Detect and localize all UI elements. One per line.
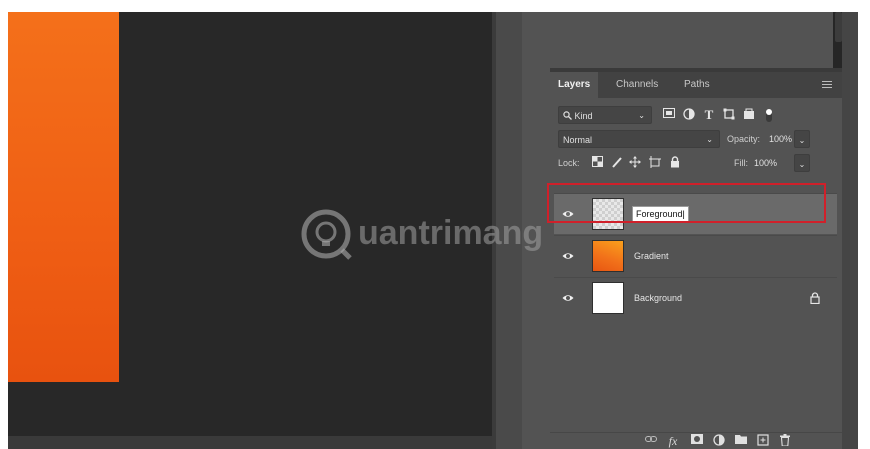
- layer-name-input[interactable]: Foreground|: [632, 206, 689, 222]
- blend-row: Normal ⌄ Opacity: 100% ⌄: [558, 130, 838, 150]
- adjustment-layer-icon[interactable]: [712, 434, 726, 448]
- folder-group-icon[interactable]: [734, 434, 748, 448]
- kind-filter-select[interactable]: Kind ⌄: [558, 106, 652, 124]
- layers-bottom-toolbar: fx: [550, 432, 842, 449]
- opacity-value: 100%: [769, 134, 793, 144]
- kind-filter-label: Kind: [574, 111, 593, 121]
- layer-row-gradient[interactable]: Gradient: [554, 235, 837, 276]
- fill-label: Fill:: [734, 158, 748, 168]
- tab-channels[interactable]: Channels: [608, 72, 666, 98]
- document-canvas[interactable]: [8, 12, 492, 436]
- search-icon: [563, 111, 572, 120]
- shape-filter-icon[interactable]: [722, 108, 736, 122]
- chevron-down-icon: ⌄: [798, 160, 806, 169]
- upper-panel: [550, 12, 833, 68]
- chevron-down-icon: ⌄: [706, 135, 713, 144]
- layer-row-background[interactable]: Background: [554, 277, 837, 318]
- fill-input[interactable]: 100%: [750, 154, 790, 172]
- lock-icon[interactable]: [810, 292, 820, 304]
- eye-visibility-icon[interactable]: [562, 292, 574, 304]
- layer-thumbnail-gradient: [592, 240, 624, 272]
- new-layer-icon[interactable]: [756, 434, 770, 448]
- layer-name-text: Foreground: [636, 209, 683, 219]
- layer-name: Background: [634, 293, 683, 303]
- type-filter-icon[interactable]: T: [702, 108, 716, 122]
- panel-tabs: Layers Channels Paths: [550, 72, 842, 98]
- trash-delete-icon[interactable]: [778, 434, 792, 448]
- blend-mode-select[interactable]: Normal ⌄: [558, 130, 720, 148]
- layer-thumbnail-transparent: [592, 198, 624, 230]
- orange-document-layer: [8, 12, 119, 382]
- upper-panel-scrollbar[interactable]: [835, 12, 842, 42]
- lock-image-pixels-icon[interactable]: [610, 156, 624, 170]
- adjustment-filter-icon[interactable]: [682, 108, 696, 122]
- opacity-label: Opacity:: [727, 134, 761, 144]
- lock-transparent-pixels-icon[interactable]: [590, 156, 604, 170]
- filter-row: Kind ⌄ T: [558, 106, 838, 126]
- lock-artboard-icon[interactable]: [648, 156, 662, 170]
- link-layers-icon[interactable]: [644, 434, 658, 448]
- fx-layer-style-icon[interactable]: fx: [666, 434, 680, 448]
- right-edge-strip: [842, 12, 858, 449]
- lock-all-icon[interactable]: [668, 156, 682, 170]
- lock-row: Lock: Fill: 100% ⌄: [558, 154, 838, 174]
- collapsed-panel-strip: [522, 12, 550, 449]
- photoshop-window: Layers Channels Paths Kind ⌄ T Normal ⌄ …: [8, 12, 858, 449]
- panel-gutter: [496, 12, 522, 449]
- tab-paths[interactable]: Paths: [676, 72, 718, 98]
- eye-visibility-icon[interactable]: [562, 250, 574, 262]
- layer-thumbnail-white: [592, 282, 624, 314]
- layers-panel: Layers Channels Paths Kind ⌄ T Normal ⌄ …: [550, 72, 842, 449]
- layer-name: Gradient: [634, 251, 669, 261]
- tab-layers[interactable]: Layers: [550, 72, 599, 98]
- chevron-down-icon: ⌄: [798, 136, 806, 145]
- blend-mode-value: Normal: [563, 135, 593, 145]
- lock-label: Lock:: [558, 158, 580, 168]
- lock-position-icon[interactable]: [628, 156, 642, 170]
- eye-visibility-icon[interactable]: [562, 208, 574, 220]
- pixel-filter-icon[interactable]: [662, 108, 676, 122]
- add-mask-icon[interactable]: [690, 434, 704, 448]
- layer-row-foreground[interactable]: Foreground|: [554, 193, 837, 234]
- fill-dropdown-button[interactable]: ⌄: [794, 154, 810, 172]
- panel-menu-icon[interactable]: [822, 81, 832, 88]
- opacity-dropdown-button[interactable]: ⌄: [794, 130, 810, 148]
- smart-object-filter-icon[interactable]: [742, 108, 756, 122]
- fill-value: 100%: [754, 158, 778, 168]
- chevron-down-icon: ⌄: [638, 111, 645, 120]
- canvas-horizontal-scrollbar[interactable]: [8, 436, 492, 449]
- filter-toggle-icon[interactable]: [762, 108, 776, 122]
